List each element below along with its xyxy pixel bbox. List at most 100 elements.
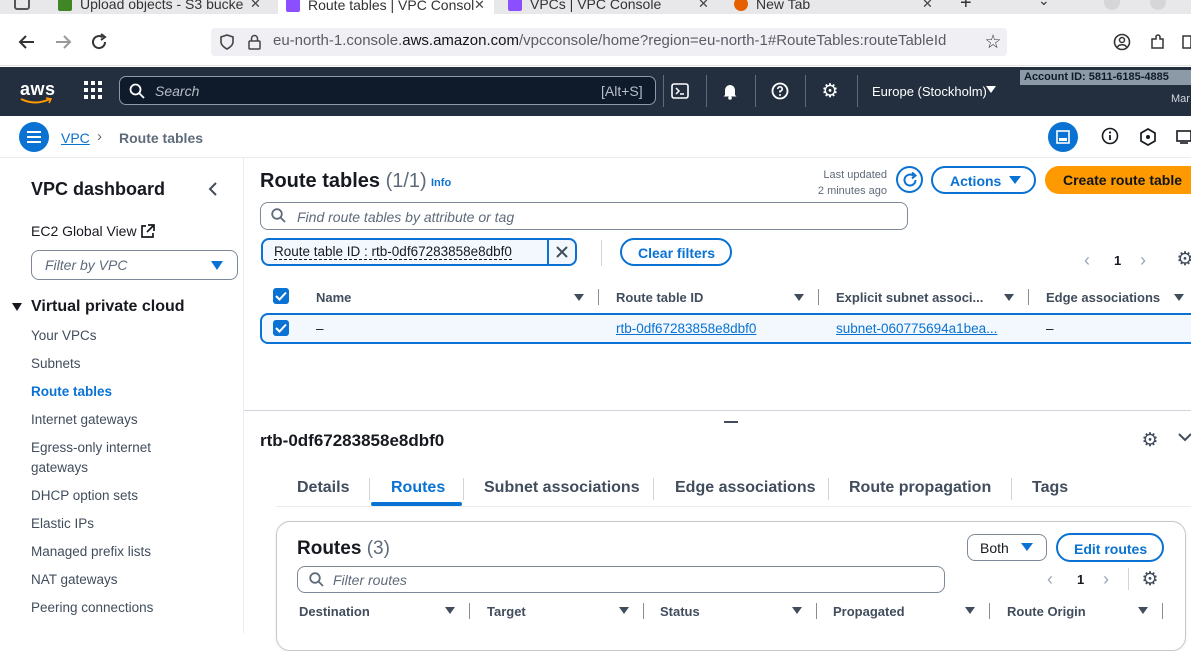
notifications-bell-icon[interactable] [720,81,740,101]
column-header-edge-associations[interactable]: Edge associations [1046,290,1160,305]
collapse-sidebar-icon[interactable] [204,179,222,199]
page-number[interactable]: 1 [1114,253,1121,268]
tab-edge-associations[interactable]: Edge associations [675,479,816,497]
remove-filter-icon[interactable] [547,240,575,264]
sort-caret-icon[interactable] [445,607,455,614]
close-tab-icon[interactable]: ✕ [250,0,261,12]
split-panel-icon[interactable] [1048,122,1078,152]
sidebar-item-internet-gateways[interactable]: Internet gateways [31,410,138,430]
select-all-checkbox[interactable] [273,288,289,304]
info-link[interactable]: Info [431,177,451,189]
maximize-icon[interactable] [1150,0,1166,10]
feedback-icon[interactable] [1138,127,1158,147]
route-table-id-link[interactable]: rtb-0df67283858e8dbf0 [616,321,756,336]
sort-caret-icon[interactable] [619,607,629,614]
region-caret-icon[interactable] [986,86,996,93]
help-icon[interactable] [770,81,790,101]
sidebar-item-egress-only-internet-gateways[interactable]: Egress-only internet gateways [31,438,181,478]
tab-subnet-associations[interactable]: Subnet associations [484,479,640,497]
refresh-button[interactable] [896,166,923,193]
tab-route-propagation[interactable]: Route propagation [849,479,991,497]
collapse-panel-icon[interactable] [1178,432,1191,442]
close-tab-icon[interactable]: ✕ [474,0,485,13]
panel-settings-gear-icon[interactable]: ⚙ [1140,430,1160,451]
sidebar-item-elastic-ips[interactable]: Elastic IPs [31,514,94,534]
account-icon[interactable] [1112,32,1132,52]
sidebar-item-subnets[interactable]: Subnets [31,354,81,374]
clear-filters-button[interactable]: Clear filters [620,238,732,266]
user-menu[interactable]: Mar [1171,93,1190,105]
app-menu-icon[interactable] [1180,32,1191,52]
info-panel-icon[interactable] [1100,126,1120,146]
sort-caret-icon[interactable] [792,607,802,614]
previous-page-icon[interactable]: ‹ [1084,250,1090,271]
sidebar-item-dhcp-option-sets[interactable]: DHCP option sets [31,486,138,506]
edit-routes-button[interactable]: Edit routes [1056,533,1164,562]
lock-icon[interactable] [245,33,263,51]
tab-overview-icon[interactable] [14,0,30,10]
close-tab-icon[interactable]: ✕ [922,0,933,12]
navigation-menu-icon[interactable] [19,122,49,152]
row-checkbox[interactable] [273,320,289,336]
section-caret-down-icon[interactable] [12,303,22,311]
minimize-icon[interactable] [1104,0,1120,10]
sidebar-item-managed-prefix-lists[interactable]: Managed prefix lists [31,542,151,562]
preferences-gear-icon[interactable]: ⚙ [1140,569,1160,590]
column-header-destination[interactable]: Destination [299,604,370,619]
console-search-input[interactable] [119,76,656,105]
new-tab-icon[interactable]: + [960,0,972,14]
column-header-name[interactable]: Name [316,290,351,305]
column-header-target[interactable]: Target [487,604,526,619]
route-filter-select[interactable]: Both [967,534,1047,561]
subnet-link[interactable]: subnet-060775694a1bea... [836,321,997,336]
page-number[interactable]: 1 [1077,572,1084,587]
back-icon[interactable] [16,32,38,52]
sidebar-item-peering-connections[interactable]: Peering connections [31,598,153,618]
console-panel-icon[interactable] [1175,127,1191,147]
filter-token-label[interactable]: Route table ID : rtb-0df67283858e8dbf0 [274,245,512,260]
previous-page-icon[interactable]: ‹ [1047,569,1053,590]
column-header-route-origin[interactable]: Route Origin [1007,604,1086,619]
next-page-icon[interactable]: › [1140,250,1146,271]
ec2-global-view-link[interactable]: EC2 Global View [31,223,137,239]
browser-tab-new[interactable]: New Tab ✕ [726,0,946,14]
sort-caret-icon[interactable] [1138,607,1148,614]
tab-list-icon[interactable]: ⌄ [1038,0,1050,9]
cloudshell-icon[interactable] [670,81,690,101]
region-selector[interactable]: Europe (Stockholm) [872,84,987,99]
column-header-propagated[interactable]: Propagated [833,604,905,619]
forward-icon[interactable] [52,32,74,52]
close-tab-icon[interactable]: ✕ [698,0,709,12]
sort-caret-icon[interactable] [1174,294,1184,301]
preferences-gear-icon[interactable]: ⚙ [1175,249,1191,270]
services-grid-icon[interactable] [83,80,103,100]
column-header-route-table-id[interactable]: Route table ID [616,290,703,305]
extensions-icon[interactable] [1148,32,1168,52]
column-header-explicit-subnet[interactable]: Explicit subnet associ... [836,290,983,305]
column-header-status[interactable]: Status [660,604,700,619]
sidebar-item-nat-gateways[interactable]: NAT gateways [31,570,118,590]
sidebar-item-route-tables[interactable]: Route tables [31,382,112,402]
reload-icon[interactable] [88,31,110,53]
browser-tab-route-tables[interactable]: Route tables | VPC Consol ✕ [278,0,494,14]
settings-gear-icon[interactable]: ⚙ [820,81,840,102]
resize-handle[interactable] [724,421,738,423]
browser-tab-vpcs[interactable]: VPCs | VPC Console ✕ [500,0,725,14]
tab-tags[interactable]: Tags [1032,479,1068,497]
breadcrumb-vpc-link[interactable]: VPC [61,130,90,146]
browser-tab-s3[interactable]: Upload objects - S3 bucke ✕ [50,0,275,14]
url-text[interactable]: eu-north-1.console.aws.amazon.com/vpccon… [273,32,973,49]
sort-caret-icon[interactable] [1004,294,1014,301]
tab-details[interactable]: Details [297,479,349,497]
bookmark-star-icon[interactable]: ☆ [983,32,1003,53]
create-route-table-button[interactable]: Create route table [1045,166,1191,194]
sidebar-item-your-vpcs[interactable]: Your VPCs [31,326,97,346]
sort-caret-icon[interactable] [794,294,804,301]
tab-routes[interactable]: Routes [391,479,445,497]
section-virtual-private-cloud[interactable]: Virtual private cloud [31,298,185,316]
shield-icon[interactable] [218,33,236,51]
sidebar-title[interactable]: VPC dashboard [31,179,165,200]
sort-caret-icon[interactable] [574,294,584,301]
sort-caret-icon[interactable] [965,607,975,614]
next-page-icon[interactable]: › [1103,569,1109,590]
